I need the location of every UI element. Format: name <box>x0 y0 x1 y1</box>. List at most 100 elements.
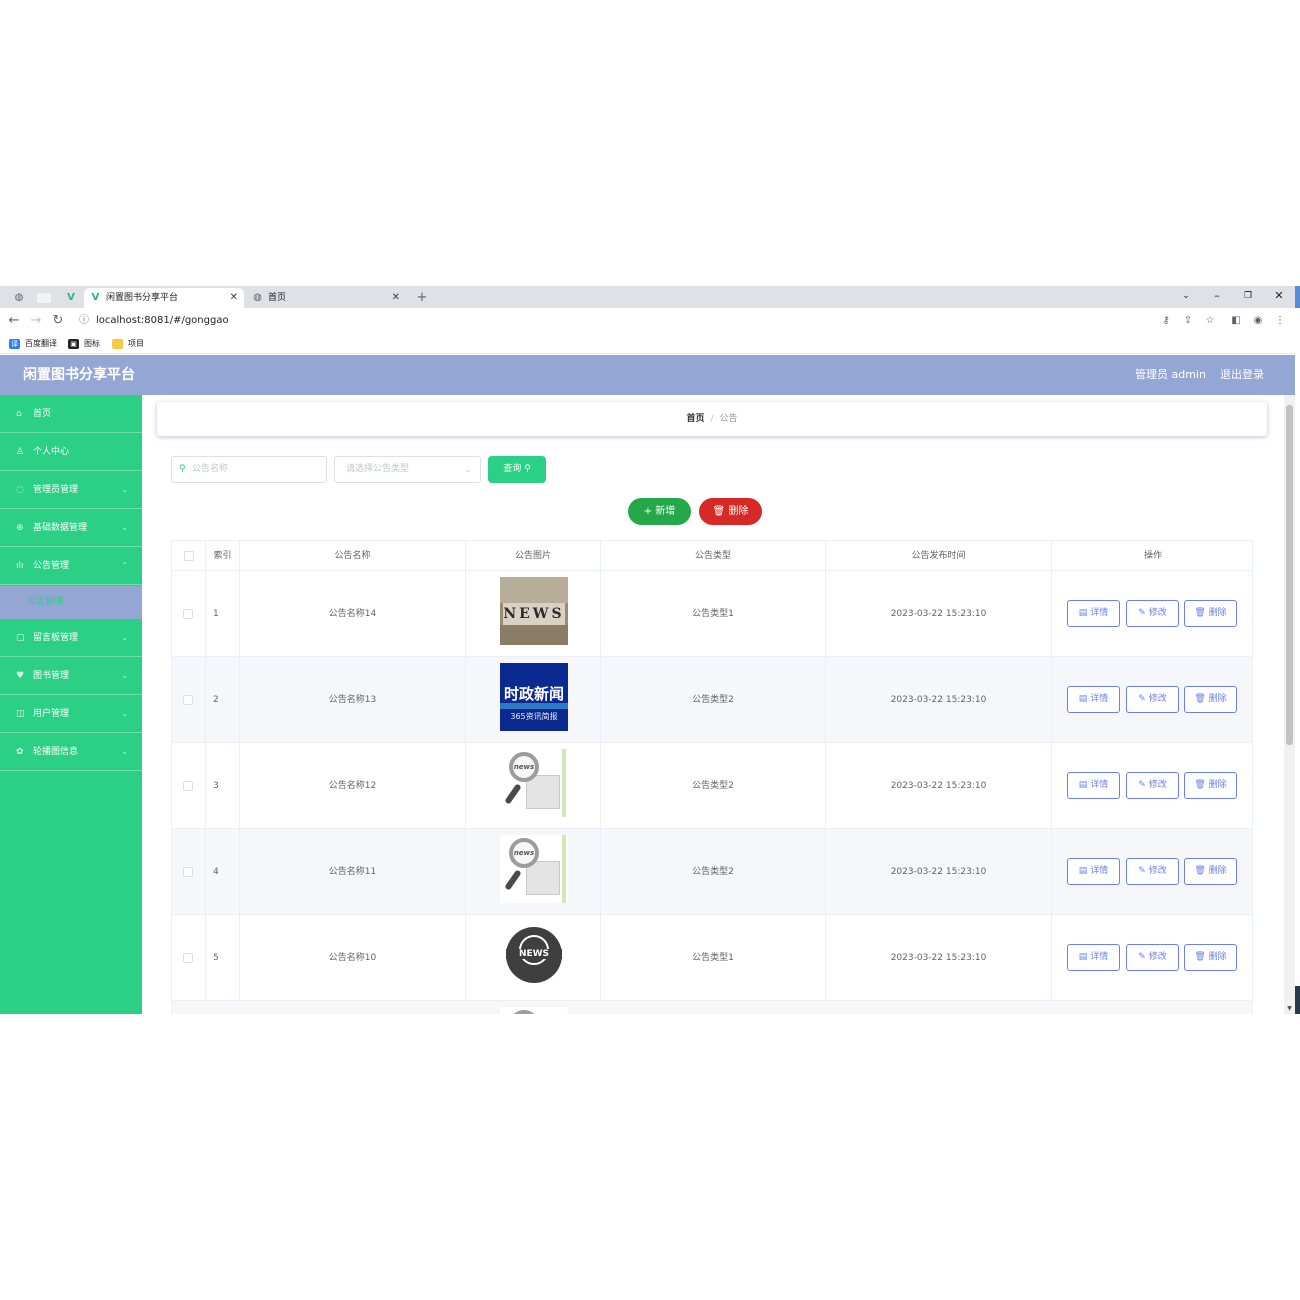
star-icon[interactable]: ☆ <box>1202 313 1218 329</box>
edit-label: 修改 <box>1148 694 1167 704</box>
row-checkbox[interactable] <box>183 695 193 705</box>
notice-image[interactable]: 时政新闻 365资讯简报 <box>500 663 568 731</box>
back-icon[interactable]: ← <box>5 312 23 330</box>
sidebar-item-books[interactable]: ♥ 图书管理 ⌄ <box>0 657 142 695</box>
sidebar-item-home[interactable]: ⌂ 首页 <box>0 395 142 433</box>
index-cell: 2 <box>206 657 240 743</box>
column-header: 公告发布时间 <box>826 541 1052 571</box>
bookmark-project[interactable]: 项目 <box>112 337 144 351</box>
row-checkbox[interactable] <box>183 781 193 791</box>
bookmarks-bar: 译 百度翻译 ▣ 图标 项目 <box>0 334 1295 354</box>
detail-label: 详情 <box>1090 780 1109 790</box>
sidebar-item-profile[interactable]: ♙ 个人中心 <box>0 433 142 471</box>
sidebar-item-users[interactable]: ◫ 用户管理 ⌄ <box>0 695 142 733</box>
row-checkbox[interactable] <box>183 953 193 963</box>
address-bar[interactable]: ⓘ localhost:8081/#/gonggao <box>76 311 1226 331</box>
query-button[interactable]: 查询 ⚲ <box>488 456 546 483</box>
key-icon[interactable]: ⚷ <box>1158 313 1174 329</box>
detail-button[interactable]: ▤ 详情 <box>1067 686 1120 713</box>
time-cell: 2023-03-22 15:23:10 <box>826 571 1052 657</box>
delete-button[interactable]: 🗑 删除 <box>1184 600 1237 627</box>
select-all-checkbox[interactable] <box>184 551 194 561</box>
sidebar-item-base-data[interactable]: ⊕ 基础数据管理 ⌄ <box>0 509 142 547</box>
users-icon: ◫ <box>16 709 25 719</box>
tab-home[interactable]: ◍ 首页 ✕ <box>246 288 406 308</box>
type-cell: 公告类型2 <box>601 657 826 743</box>
sidebar-item-label: 首页 <box>33 409 52 419</box>
edit-button[interactable]: ✎ 修改 <box>1126 858 1179 885</box>
sidebar-item-admin[interactable]: ◌ 管理员管理 ⌄ <box>0 471 142 509</box>
delete-button[interactable]: 🗑 删除 <box>1184 772 1237 799</box>
table-row: 5 公告名称10 NEWS 公告类型1 2023-03-22 15:23:10 … <box>172 915 1252 1001</box>
plus-icon: + <box>643 506 653 517</box>
forward-icon[interactable]: → <box>27 312 45 330</box>
sidebar-item-carousel[interactable]: ✿ 轮播图信息 ⌄ <box>0 733 142 771</box>
scroll-down-icon[interactable]: ▼ <box>1284 1005 1295 1012</box>
main-scrollbar[interactable]: ▼ <box>1284 395 1295 1014</box>
scrollbar-thumb[interactable] <box>1286 405 1293 745</box>
close-icon[interactable]: ✕ <box>230 288 238 308</box>
image-caption: NEWS <box>506 949 562 959</box>
detail-button[interactable]: ▤ 详情 <box>1067 772 1120 799</box>
reload-icon[interactable]: ↻ <box>49 312 67 330</box>
notice-image[interactable] <box>500 1007 568 1014</box>
table-header: 索引 公告名称 公告图片 公告类型 公告发布时间 操作 <box>172 541 1252 571</box>
sidepanel-icon[interactable]: ◧ <box>1228 313 1244 329</box>
delete-button[interactable]: 🗑 删除 <box>1184 858 1237 885</box>
new-tab-button[interactable]: + <box>414 290 430 306</box>
sidebar-subitem-notice[interactable]: 公告管理 <box>0 586 142 619</box>
sidebar-item-messages[interactable]: ▢ 留言板管理 ⌄ <box>0 619 142 657</box>
edit-button[interactable]: ✎ 修改 <box>1126 600 1179 627</box>
notice-image[interactable]: news <box>500 835 568 903</box>
time-cell: 2023-03-22 15:23:10 <box>826 743 1052 829</box>
image-icon: ▣ <box>68 339 79 349</box>
vue-icon[interactable]: V <box>63 290 79 306</box>
detail-button[interactable]: ▤ 详情 <box>1067 858 1120 885</box>
logout-link[interactable]: 退出登录 <box>1220 355 1264 395</box>
batch-delete-button[interactable]: 🗑 删除 <box>699 498 762 525</box>
detail-button[interactable]: ▤ 详情 <box>1067 600 1120 627</box>
notice-name-input[interactable]: ⚲ 公告名称 <box>171 456 327 483</box>
row-checkbox[interactable] <box>183 867 193 877</box>
notice-image[interactable]: NEWS <box>500 577 568 645</box>
chevron-down-icon: ⌄ <box>121 747 128 756</box>
delete-button[interactable]: 🗑 删除 <box>1184 944 1237 971</box>
name-cell: 公告名称14 <box>240 571 466 657</box>
chevron-down-icon: ⌄ <box>121 671 128 680</box>
edit-button[interactable]: ✎ 修改 <box>1126 686 1179 713</box>
delete-button[interactable]: 🗑 删除 <box>1184 686 1237 713</box>
info-icon[interactable]: ⓘ <box>79 311 89 331</box>
notice-image[interactable]: news <box>500 749 568 817</box>
minimize-icon[interactable]: – <box>1202 286 1232 308</box>
row-checkbox[interactable] <box>183 609 193 619</box>
close-window-icon[interactable]: ✕ <box>1264 286 1294 308</box>
sidebar-item-notice[interactable]: ılı 公告管理 ⌃ <box>0 547 142 585</box>
chevron-down-icon[interactable]: ⌄ <box>1171 286 1201 308</box>
add-button[interactable]: + 新增 <box>628 498 691 525</box>
edit-button[interactable]: ✎ 修改 <box>1126 944 1179 971</box>
detail-button[interactable]: ▤ 详情 <box>1067 944 1120 971</box>
tab-platform[interactable]: V 闲置图书分享平台 ✕ <box>84 288 244 308</box>
tab-icon[interactable] <box>37 293 51 303</box>
profile-icon[interactable]: ◉ <box>1250 313 1266 329</box>
image-subcaption: 365资讯简报 <box>510 712 558 721</box>
restore-icon[interactable]: ❐ <box>1233 286 1263 308</box>
bookmark-baidu-translate[interactable]: 译 百度翻译 <box>9 337 57 351</box>
edit-icon: ✎ <box>1138 952 1146 962</box>
menu-icon[interactable]: ⋮ <box>1272 313 1288 329</box>
bookmark-icons[interactable]: ▣ 图标 <box>68 337 100 351</box>
close-icon[interactable]: ✕ <box>392 288 400 308</box>
select-placeholder: 请选择公告类型 <box>346 464 410 474</box>
chevron-down-icon: ⌄ <box>121 633 128 642</box>
edit-button[interactable]: ✎ 修改 <box>1126 772 1179 799</box>
notice-image[interactable]: NEWS <box>500 921 568 989</box>
type-cell: 公告类型1 <box>601 571 826 657</box>
bookmark-label: 百度翻译 <box>25 339 57 348</box>
image-caption: news <box>509 838 539 868</box>
row-select-cell <box>172 829 206 915</box>
share-icon[interactable]: ⇪ <box>1180 313 1196 329</box>
globe-icon[interactable]: ◍ <box>11 290 27 306</box>
input-placeholder: 公告名称 <box>192 464 229 474</box>
breadcrumb-home[interactable]: 首页 <box>686 414 704 424</box>
notice-type-select[interactable]: 请选择公告类型 ⌄ <box>334 456 481 483</box>
